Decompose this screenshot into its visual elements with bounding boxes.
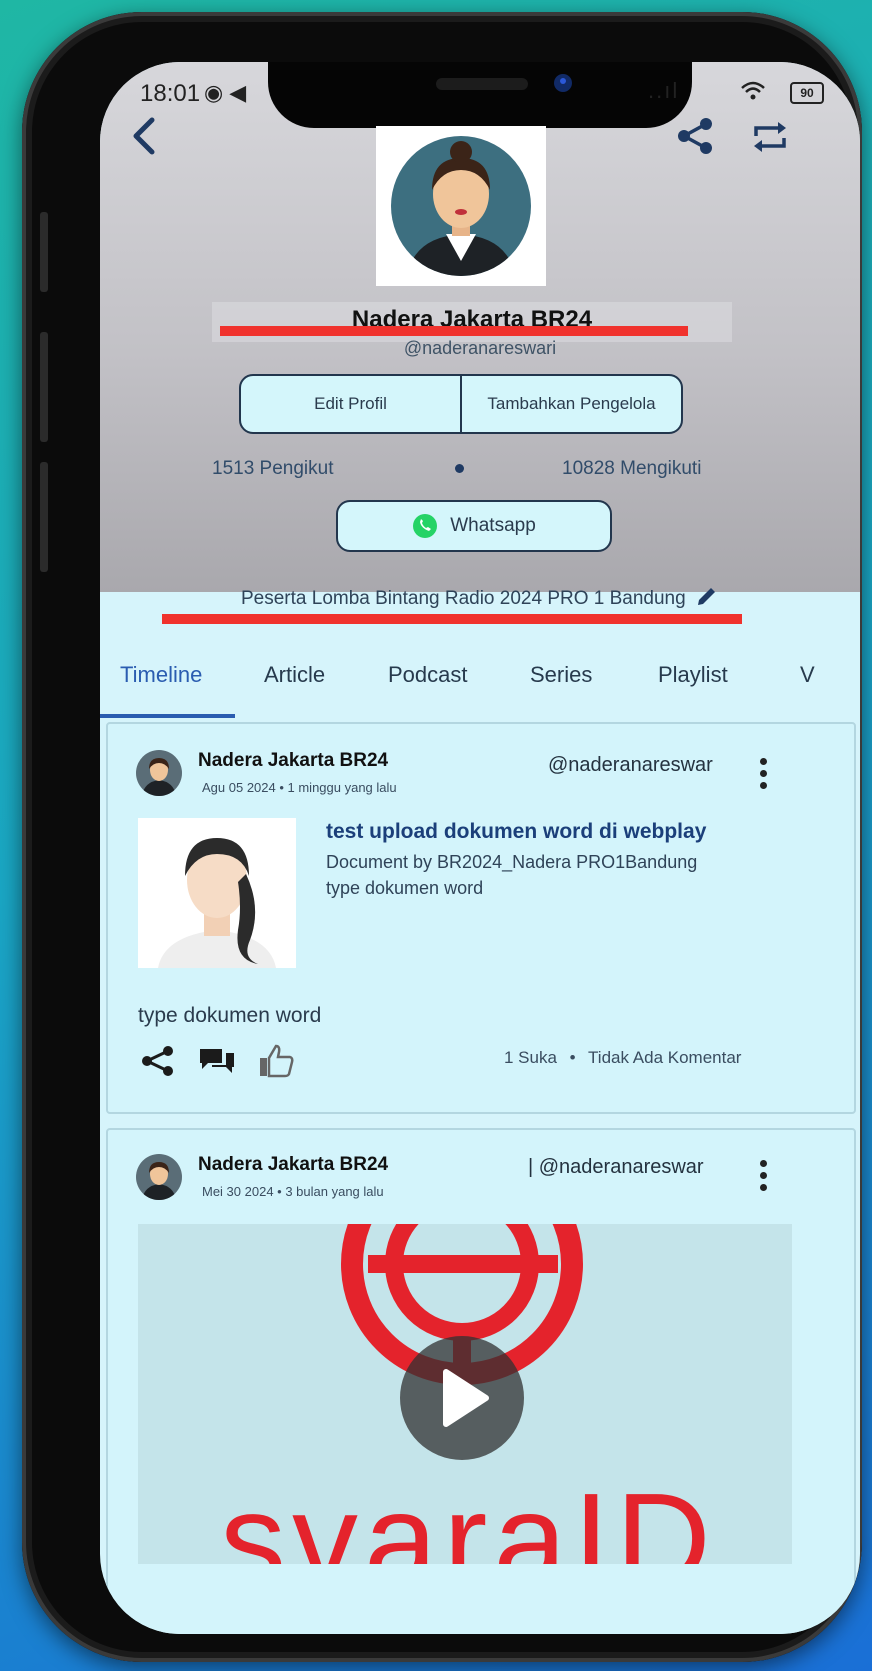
phone-frame: 18:01 ◉ ◀ ..ıl 90 Nadera Jakarta BR24 @n… <box>22 12 862 1662</box>
svara-wordmark: svaraID <box>220 1466 717 1564</box>
name-highlight-line <box>220 326 688 336</box>
comments-icon[interactable] <box>198 1045 236 1077</box>
following-count[interactable]: 10828 Mengikuti <box>562 458 701 480</box>
timeline-post: Nadera Jakarta BR24 Agu 05 2024 • 1 ming… <box>106 722 856 1114</box>
post-author-avatar[interactable] <box>136 1154 182 1200</box>
kebab-menu-icon[interactable] <box>760 758 768 794</box>
profile-handle: @naderanareswari <box>403 338 557 358</box>
front-camera <box>554 74 572 92</box>
whatsapp-icon <box>413 514 438 538</box>
profile-bio: Peserta Lomba Bintang Radio 2024 PRO 1 B… <box>100 584 860 610</box>
edit-profile-button[interactable]: Edit Profil <box>241 376 462 432</box>
bio-text: Peserta Lomba Bintang Radio 2024 PRO 1 B… <box>241 588 686 609</box>
document-author: Document by BR2024_Nadera PRO1Bandung <box>326 852 698 872</box>
back-arrow-icon <box>133 117 155 155</box>
mute-switch <box>40 212 48 292</box>
add-manager-button[interactable]: Tambahkan Pengelola <box>462 376 681 432</box>
status-time: 18:01 <box>140 80 201 107</box>
signal-icon: ..ıl <box>648 78 680 103</box>
status-notification-icons: ◉ ◀ <box>204 80 247 105</box>
phone-screen: 18:01 ◉ ◀ ..ıl 90 Nadera Jakarta BR24 @n… <box>100 62 860 1634</box>
stats-separator-dot <box>455 464 464 473</box>
whatsapp-label: Whatsapp <box>450 515 536 536</box>
profile-name: Nadera Jakarta BR24 <box>212 302 732 342</box>
battery-icon: 90 <box>790 82 824 104</box>
back-button[interactable] <box>128 114 158 164</box>
play-button[interactable] <box>400 1336 524 1460</box>
share-icon[interactable] <box>676 116 716 156</box>
author-avatar-illustration <box>142 758 176 796</box>
like-count[interactable]: 1 Suka <box>504 1048 557 1067</box>
whatsapp-button[interactable]: Whatsapp <box>336 500 612 552</box>
profile-avatar[interactable] <box>376 126 546 286</box>
tab-playlist[interactable]: Playlist <box>658 662 728 688</box>
comment-count[interactable]: Tidak Ada Komentar <box>588 1048 741 1067</box>
profile-action-group: Edit Profil Tambahkan Pengelola <box>239 374 683 434</box>
document-avatar-illustration <box>158 838 276 968</box>
active-tab-indicator <box>100 714 235 718</box>
post-stats: 1 Suka • Tidak Ada Komentar <box>504 1048 741 1068</box>
bio-highlight-line <box>162 614 742 624</box>
notch <box>268 62 692 128</box>
play-icon <box>443 1369 489 1427</box>
tab-timeline[interactable]: Timeline <box>120 662 202 688</box>
tab-podcast[interactable]: Podcast <box>388 662 468 688</box>
post-author-name[interactable]: Nadera Jakarta BR24 <box>198 750 388 772</box>
share-icon[interactable] <box>140 1045 176 1077</box>
volume-down-button <box>40 462 48 572</box>
tab-article[interactable]: Article <box>264 662 325 688</box>
tab-series[interactable]: Series <box>530 662 592 688</box>
wifi-icon <box>741 81 765 100</box>
post-date: Agu 05 2024 • 1 minggu yang lalu <box>202 780 397 795</box>
document-thumbnail[interactable] <box>138 818 296 968</box>
timeline-post: Nadera Jakarta BR24 Mei 30 2024 • 3 bula… <box>106 1128 856 1634</box>
post-video[interactable]: svaraID <box>138 1224 792 1564</box>
content-tabs: Timeline Article Podcast Series Playlist… <box>100 654 860 720</box>
post-author-avatar[interactable] <box>136 750 182 796</box>
stats-separator: • <box>569 1048 576 1067</box>
post-date: Mei 30 2024 • 3 bulan yang lalu <box>202 1184 384 1199</box>
post-actions <box>140 1044 294 1078</box>
volume-up-button <box>40 332 48 442</box>
post-author-name[interactable]: Nadera Jakarta BR24 <box>198 1154 388 1176</box>
document-title[interactable]: test upload dokumen word di webplay <box>326 820 706 844</box>
followers-count[interactable]: 1513 Pengikut <box>212 458 334 480</box>
post-caption: type dokumen word <box>138 1004 322 1027</box>
repeat-icon[interactable] <box>752 120 788 154</box>
post-author-handle[interactable]: | @naderanareswar <box>528 1156 704 1179</box>
post-author-handle[interactable]: @naderanareswar <box>548 754 713 777</box>
tab-more[interactable]: V <box>800 662 815 688</box>
document-type: type dokumen word <box>326 878 484 898</box>
pencil-icon[interactable] <box>695 584 719 608</box>
author-avatar-illustration <box>142 1162 176 1200</box>
thumbs-up-icon[interactable] <box>258 1044 294 1078</box>
kebab-menu-icon[interactable] <box>760 1160 768 1196</box>
avatar-illustration <box>391 136 531 276</box>
earpiece <box>436 78 528 90</box>
